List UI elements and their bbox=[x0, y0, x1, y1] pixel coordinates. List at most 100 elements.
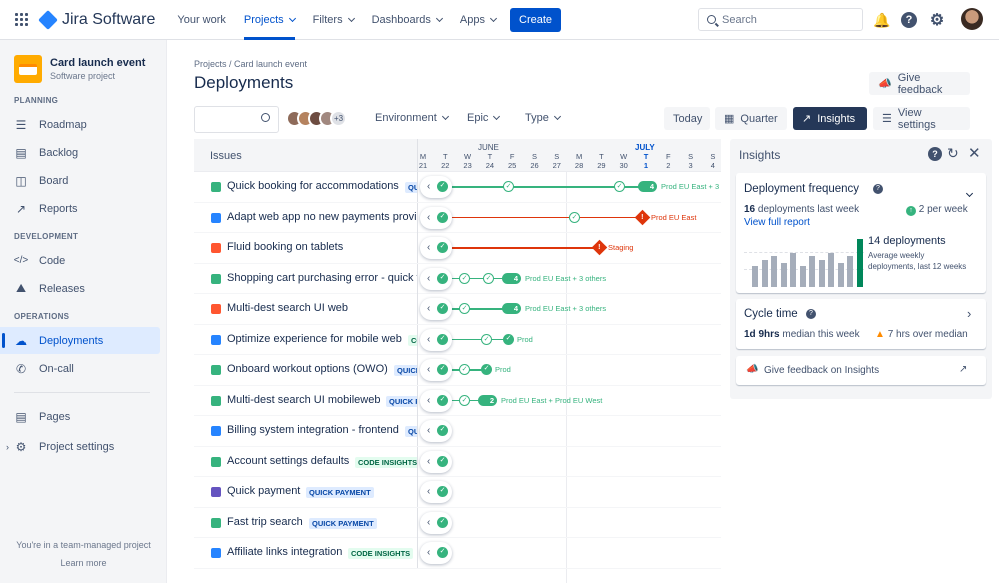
deployment-success-icon[interactable]: ✓ bbox=[437, 394, 448, 406]
deployment-success-icon[interactable]: ✓ bbox=[503, 333, 514, 345]
learn-more-link[interactable]: Learn more bbox=[0, 558, 167, 568]
cycle-time-card[interactable]: Cycle time ? › 1d 9hrs median this week … bbox=[736, 299, 986, 349]
sidebar-item-code[interactable]: </> Code bbox=[0, 247, 166, 274]
deployment-count-badge[interactable]: 2 bbox=[478, 394, 497, 406]
deployment-failed-icon[interactable]: ! bbox=[634, 209, 651, 225]
sidebar-item-oncall[interactable]: ✆ On-call bbox=[0, 355, 166, 382]
table-row[interactable]: Account settings defaults CODE INSIGHTS ‹ ✓ bbox=[194, 446, 721, 477]
give-feedback-button[interactable]: 📣 Give feedback bbox=[869, 72, 970, 96]
deployment-success-icon[interactable]: ✓ bbox=[614, 181, 625, 192]
table-row[interactable]: Quick payment QUICK PAYMENT ‹ ✓ bbox=[194, 477, 721, 508]
table-row[interactable]: Onboard workout options (OWO)QUICK I‹✓✓✓… bbox=[194, 355, 721, 386]
deployment-success-icon[interactable]: ✓ bbox=[437, 516, 448, 528]
deployment-success-icon[interactable]: ✓ bbox=[437, 242, 448, 253]
today-button[interactable]: Today bbox=[664, 107, 710, 130]
sidebar-item-backlog[interactable]: ▤ Backlog bbox=[0, 139, 166, 166]
environment-filter[interactable]: Environment bbox=[375, 112, 449, 124]
issue-title[interactable]: Multi-dest search UI mobileweb bbox=[227, 394, 380, 406]
table-row[interactable]: Adapt web app no new payments provide ‹ ✓ ✓… bbox=[194, 202, 721, 233]
table-row[interactable]: Affiliate links integration CODE INSIGHTS… bbox=[194, 538, 721, 569]
insights-feedback[interactable]: 📣 Give feedback on Insights ↗ bbox=[736, 356, 986, 385]
issue-title[interactable]: Multi-dest search UI web bbox=[227, 302, 348, 314]
table-row[interactable]: Billing system integration - frontend QUI… bbox=[194, 416, 721, 447]
table-row[interactable]: Multi-dest search UI web ‹ ✓ ✓ 4 Prod EU East… bbox=[194, 294, 721, 325]
help-icon[interactable]: ? bbox=[901, 12, 917, 28]
table-row[interactable]: Multi-dest search UI mobilewebQUICK PA‹✓… bbox=[194, 385, 721, 416]
deployment-success-icon[interactable]: ✓ bbox=[437, 486, 448, 497]
deployment-success-icon[interactable]: ✓ bbox=[459, 272, 470, 284]
chevron-down-icon[interactable] bbox=[965, 183, 974, 201]
issue-title[interactable]: Affiliate links integration bbox=[227, 546, 342, 558]
nav-apps[interactable]: Apps bbox=[460, 0, 498, 40]
user-avatar[interactable] bbox=[961, 8, 983, 30]
deployment-success-icon[interactable]: ✓ bbox=[437, 425, 448, 436]
issue-search-input[interactable] bbox=[194, 106, 279, 133]
quarter-button[interactable]: ▦ Quarter bbox=[715, 107, 787, 130]
deployment-success-icon[interactable]: ✓ bbox=[459, 364, 470, 375]
sidebar-item-releases[interactable]: ⛰ Releases bbox=[0, 275, 166, 302]
sidebar-item-roadmap[interactable]: ☰ Roadmap bbox=[0, 111, 166, 138]
issue-title[interactable]: Fast trip search bbox=[227, 516, 303, 528]
help-icon[interactable]: ? bbox=[928, 147, 942, 161]
table-row[interactable]: Fluid booking on tablets ‹ ✓! Staging bbox=[194, 233, 721, 264]
issue-title[interactable]: Onboard workout options (OWO) bbox=[227, 363, 388, 375]
issue-title[interactable]: Quick payment bbox=[227, 485, 300, 497]
sidebar-item-pages[interactable]: ▤ Pages bbox=[0, 403, 166, 430]
deployment-success-icon[interactable]: ✓ bbox=[437, 364, 448, 375]
issue-title[interactable]: Fluid booking on tablets bbox=[227, 241, 343, 253]
deployment-success-icon[interactable]: ✓ bbox=[481, 364, 492, 375]
deployment-success-icon[interactable]: ✓ bbox=[437, 272, 448, 284]
gear-icon[interactable]: ⚙ bbox=[929, 12, 945, 29]
deployment-success-icon[interactable]: ✓ bbox=[437, 211, 448, 223]
table-row[interactable]: Quick booking for accommodationsQUICK‹✓✓… bbox=[194, 172, 721, 203]
refresh-icon[interactable]: ↻ bbox=[947, 145, 959, 162]
issue-title[interactable]: Optimize experience for mobile web bbox=[227, 333, 402, 345]
deployment-success-icon[interactable]: ✓ bbox=[569, 211, 580, 223]
deployment-success-icon[interactable]: ✓ bbox=[481, 333, 492, 345]
nav-projects[interactable]: Projects bbox=[243, 0, 296, 40]
deployment-count-badge[interactable]: 4 bbox=[502, 272, 521, 284]
view-settings-button[interactable]: ☰ View settings bbox=[873, 107, 970, 131]
project-header[interactable]: Card launch event Software project bbox=[0, 40, 166, 83]
view-full-report-link[interactable]: View full report bbox=[744, 217, 810, 228]
insights-button[interactable]: ↗ Insights bbox=[793, 107, 867, 130]
issue-title[interactable]: Billing system integration - frontend bbox=[227, 424, 399, 436]
deployment-success-icon[interactable]: ✓ bbox=[459, 394, 470, 406]
jira-logo[interactable]: Jira Software bbox=[38, 9, 155, 30]
type-filter[interactable]: Type bbox=[525, 112, 561, 124]
deployment-success-icon[interactable]: ✓ bbox=[483, 272, 494, 284]
deployment-success-icon[interactable]: ✓ bbox=[437, 333, 448, 345]
deployment-failed-icon[interactable]: ! bbox=[591, 239, 608, 256]
deployment-success-icon[interactable]: ✓ bbox=[437, 181, 448, 192]
deployment-success-icon[interactable]: ✓ bbox=[459, 303, 470, 314]
nav-filters[interactable]: Filters bbox=[313, 0, 355, 40]
table-row[interactable]: Optimize experience for mobile webCOD‹✓✓… bbox=[194, 324, 721, 355]
sidebar-item-board[interactable]: ◫ Board bbox=[0, 167, 166, 194]
deployment-success-icon[interactable]: ✓ bbox=[503, 181, 514, 192]
deployment-count-badge[interactable]: 4 bbox=[638, 181, 657, 192]
epic-filter[interactable]: Epic bbox=[467, 112, 501, 124]
search-input[interactable]: Search bbox=[698, 8, 863, 31]
chevron-right-icon[interactable]: › bbox=[967, 306, 971, 321]
assignee-avatars[interactable]: +3 bbox=[286, 110, 347, 127]
sidebar-item-project-settings[interactable]: › ⚙ Project settings bbox=[0, 433, 166, 460]
issue-title[interactable]: Shopping cart purchasing error - quick f… bbox=[227, 272, 417, 284]
deployment-success-icon[interactable]: ✓ bbox=[437, 303, 448, 314]
deployment-success-icon[interactable]: ✓ bbox=[437, 455, 448, 467]
table-row[interactable]: Fast trip search QUICK PAYMENT ‹ ✓ bbox=[194, 507, 721, 538]
issue-title[interactable]: Adapt web app no new payments provide bbox=[227, 211, 417, 223]
notifications-icon[interactable]: 🔔 bbox=[873, 12, 890, 28]
info-icon[interactable]: ? bbox=[873, 184, 883, 194]
info-icon[interactable]: ? bbox=[806, 309, 816, 319]
app-switcher-icon[interactable] bbox=[15, 12, 29, 27]
issue-title[interactable]: Account settings defaults bbox=[227, 455, 349, 467]
breadcrumb[interactable]: Projects / Card launch event bbox=[194, 59, 307, 69]
deployment-count-badge[interactable]: 4 bbox=[502, 303, 521, 314]
issue-title[interactable]: Quick booking for accommodations bbox=[227, 180, 399, 192]
nav-your-work[interactable]: Your work bbox=[177, 0, 226, 40]
table-row[interactable]: Shopping cart purchasing error - quick f… bbox=[194, 263, 721, 294]
close-icon[interactable]: ✕ bbox=[968, 144, 981, 162]
sidebar-item-deployments[interactable]: ☁ Deployments bbox=[0, 327, 160, 354]
deployment-success-icon[interactable]: ✓ bbox=[437, 547, 448, 558]
sidebar-item-reports[interactable]: ↗ Reports bbox=[0, 195, 166, 222]
